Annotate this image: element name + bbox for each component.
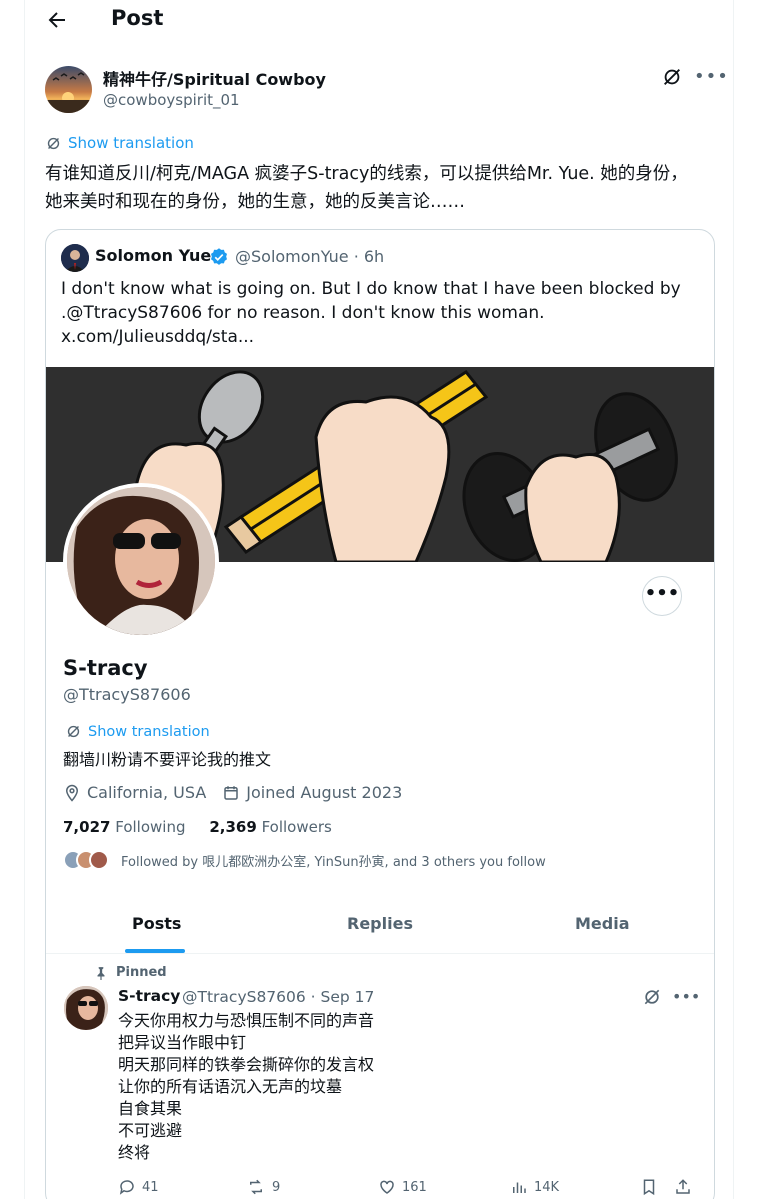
profile-location: California, USA [87, 783, 207, 802]
grok-icon[interactable] [661, 66, 683, 88]
page-title: Post [111, 6, 164, 30]
share-icon[interactable] [674, 1178, 692, 1196]
repost-count: 9 [272, 1179, 281, 1195]
more-icon[interactable]: ••• [694, 66, 729, 87]
followed-by[interactable]: Followed by 哏儿都欧洲办公室, YinSun孙寅, and 3 ot… [63, 850, 546, 870]
grok-icon[interactable] [642, 987, 662, 1007]
tweet-line: 自食其果 [118, 1099, 183, 1118]
profile-avatar[interactable] [63, 483, 219, 639]
verified-icon [211, 248, 227, 265]
pinned-label: Pinned [94, 965, 167, 980]
tweet-line: 不可逃避 [118, 1121, 183, 1140]
quote-line: .@TtracyS87606 for no reason. I don't kn… [61, 303, 545, 323]
author-avatar[interactable] [45, 66, 92, 113]
tweet-line: 让你的所有话语沉入无声的坟墓 [118, 1077, 343, 1096]
tweet-actions: 41 9 161 14K [118, 1178, 698, 1199]
tweet-text: 今天你用权力与恐惧压制不同的声音 把异议当作眼中钉 明天那同样的铁拳会撕碎你的发… [118, 1010, 374, 1164]
reply-button[interactable]: 41 [118, 1178, 159, 1196]
translate-icon [47, 137, 60, 149]
following-label[interactable]: Following [115, 818, 185, 836]
profile-more-button[interactable]: ••• [642, 576, 682, 616]
profile-show-translation-label: Show translation [88, 723, 210, 740]
profile-name: S-tracy [63, 656, 148, 680]
following-count[interactable]: 7,027 [63, 818, 110, 836]
quote-text: I don't know what is going on. But I do … [61, 277, 701, 349]
active-tab-indicator [125, 949, 185, 953]
like-count: 161 [402, 1179, 427, 1195]
pinned-text: Pinned [116, 965, 167, 980]
tweet-line: 今天你用权力与恐惧压制不同的声音 [118, 1011, 375, 1030]
profile-stats: 7,027 Following 2,369 Followers [63, 818, 332, 836]
author-name[interactable]: 精神牛仔/Spiritual Cowboy [103, 66, 326, 90]
like-icon [380, 1180, 394, 1194]
bookmark-icon[interactable] [640, 1178, 658, 1196]
followed-by-text: Followed by 哏儿都欧洲办公室, YinSun孙寅, and 3 ot… [121, 854, 546, 870]
profile-bio: 翻墙川粉请不要评论我的推文 [63, 750, 272, 769]
quote-author-avatar [61, 244, 89, 272]
quote-meta: @SolomonYue · 6h [235, 247, 385, 266]
follower-avatar [89, 850, 109, 870]
show-translation-link[interactable]: Show translation [45, 134, 194, 152]
profile-meta: California, USA Joined August 2023 [63, 783, 402, 802]
tweet-line: 终将 [118, 1143, 151, 1162]
header: Post [25, 0, 735, 42]
tweet-line: 明天那同样的铁拳会撕碎你的发言权 [118, 1055, 375, 1074]
quoted-post[interactable]: Solomon Yue @SolomonYue · 6h I don't kno… [45, 229, 715, 1199]
author-handle[interactable]: @cowboyspirit_01 [103, 91, 240, 109]
translate-icon [67, 725, 80, 738]
show-translation-label: Show translation [68, 134, 194, 152]
reply-icon [119, 1180, 134, 1195]
profile-joined: Joined August 2023 [246, 783, 403, 802]
more-icon[interactable]: ••• [672, 987, 700, 1006]
pin-icon [97, 966, 105, 980]
quote-line: I don't know what is going on. But I do … [61, 279, 681, 299]
post-text: 有谁知道反川/柯克/MAGA 疯婆子S-tracy的线索，可以提供给Mr. Yu… [45, 164, 688, 212]
followers-label[interactable]: Followers [262, 818, 332, 836]
back-arrow-icon[interactable] [45, 8, 69, 32]
tweet-line: 把异议当作眼中钉 [118, 1033, 247, 1052]
profile-tabs: Posts Replies Media [46, 894, 714, 954]
post-column: Post 精神牛仔/Spiritual Cowboy @cowboyspirit… [24, 0, 734, 1199]
tab-media[interactable]: Media [575, 914, 630, 933]
quote-line: x.com/Julieusddq/sta... [61, 327, 255, 347]
reply-count: 41 [142, 1179, 159, 1195]
quote-author-name: Solomon Yue [95, 246, 212, 265]
views-count: 14K [534, 1179, 560, 1195]
followers-count[interactable]: 2,369 [209, 818, 256, 836]
location-icon [65, 784, 79, 802]
repost-button[interactable]: 9 [246, 1178, 280, 1196]
calendar-icon [224, 785, 239, 800]
profile-handle: @TtracyS87606 [63, 685, 191, 704]
repost-icon [250, 1179, 262, 1195]
tab-posts[interactable]: Posts [132, 914, 181, 933]
profile-show-translation-link[interactable]: Show translation [65, 723, 210, 740]
tweet-author-name: S-tracy [118, 987, 181, 1005]
views-icon [513, 1182, 526, 1193]
tweet-meta: @TtracyS87606 · Sep 17 [182, 988, 375, 1006]
views-button[interactable]: 14K [510, 1178, 559, 1196]
tweet-author-avatar[interactable] [64, 986, 108, 1030]
tab-replies[interactable]: Replies [347, 914, 413, 933]
like-button[interactable]: 161 [378, 1178, 427, 1196]
